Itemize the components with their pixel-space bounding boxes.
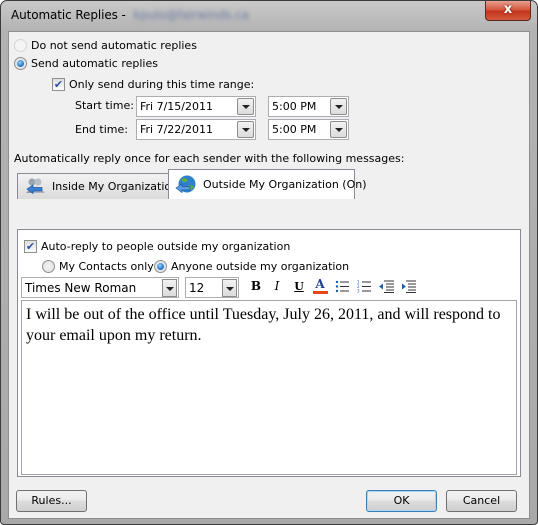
time-range-label: Only send during this time range: <box>69 78 255 91</box>
message-editor[interactable]: I will be out of the office until Tuesda… <box>21 300 517 475</box>
time-range-option[interactable]: ✔ Only send during this time range: <box>52 78 254 91</box>
tab-outside-my-organization[interactable]: Outside My Organization (On) <box>168 169 367 199</box>
cancel-button[interactable]: Cancel <box>446 490 517 512</box>
do-not-send-option[interactable]: Do not send automatic replies <box>14 39 197 52</box>
outside-organization-panel: ✔ Auto-reply to people outside my organi… <box>17 229 521 477</box>
account-email-redacted: kpulo@fairwinds.ca <box>133 8 249 22</box>
font-color-icon: A <box>315 277 325 291</box>
decrease-indent-button[interactable] <box>376 276 396 296</box>
chevron-down-icon[interactable] <box>330 98 347 115</box>
people-arrow-icon <box>24 177 46 197</box>
font-size-combo[interactable]: 12 <box>185 277 239 298</box>
send-auto-replies-label: Send automatic replies <box>31 57 158 70</box>
bold-button[interactable]: B <box>246 276 266 296</box>
anyone-outside-label: Anyone outside my organization <box>171 260 350 273</box>
tab-inside-label: Inside My Organization <box>52 180 179 193</box>
numbering-icon: 1 2 3 <box>357 280 371 293</box>
auto-reply-outside-option[interactable]: ✔ Auto-reply to people outside my organi… <box>24 240 290 253</box>
font-color-swatch <box>312 291 328 294</box>
bullets-button[interactable] <box>332 276 352 296</box>
tab-inside-my-organization[interactable]: Inside My Organization <box>17 173 178 199</box>
chevron-down-icon[interactable] <box>237 121 254 138</box>
italic-icon: I <box>274 279 280 293</box>
bold-icon: B <box>250 279 262 293</box>
globe-arrow-icon <box>175 175 197 195</box>
my-contacts-only-label: My Contacts only <box>59 260 154 273</box>
start-date-value: Fri 7/15/2011 <box>140 100 214 113</box>
bullets-icon <box>335 280 349 292</box>
start-date-combo[interactable]: Fri 7/15/2011 <box>136 96 256 117</box>
anyone-outside-radio[interactable] <box>154 260 167 273</box>
numbering-button[interactable]: 1 2 3 <box>354 276 374 296</box>
end-time-combo[interactable]: 5:00 PM <box>268 119 349 140</box>
window-title-text: Automatic Replies - <box>11 8 126 22</box>
font-name-combo[interactable]: Times New Roman <box>21 277 179 298</box>
chevron-down-icon[interactable] <box>237 98 254 115</box>
close-icon: x <box>503 2 513 17</box>
do-not-send-label: Do not send automatic replies <box>31 39 197 52</box>
italic-button[interactable]: I <box>267 276 287 296</box>
my-contacts-only-option[interactable]: My Contacts only <box>42 260 154 273</box>
underline-icon: U <box>294 279 304 293</box>
ok-button[interactable]: OK <box>366 490 437 512</box>
my-contacts-only-radio[interactable] <box>42 260 55 273</box>
do-not-send-radio[interactable] <box>14 39 27 52</box>
anyone-outside-option[interactable]: Anyone outside my organization <box>154 260 349 273</box>
font-color-button[interactable]: A <box>310 276 330 296</box>
end-date-combo[interactable]: Fri 7/22/2011 <box>136 119 256 140</box>
chevron-down-icon[interactable] <box>330 121 347 138</box>
start-time-label: Start time: <box>75 99 134 112</box>
end-time-value: 5:00 PM <box>272 123 317 136</box>
title-bar[interactable]: Automatic Replies - kpulo@fairwinds.ca x <box>1 1 537 31</box>
svg-text:3: 3 <box>357 288 360 293</box>
window-title: Automatic Replies - kpulo@fairwinds.ca <box>11 8 249 22</box>
rules-button[interactable]: Rules... <box>16 490 87 512</box>
increase-indent-icon <box>401 280 416 293</box>
decrease-indent-icon <box>378 280 394 293</box>
auto-reply-outside-checkbox[interactable]: ✔ <box>24 240 37 253</box>
section-label: Automatically reply once for each sender… <box>14 152 405 165</box>
dialog-client-area: Do not send automatic replies Send autom… <box>8 31 530 519</box>
chevron-down-icon[interactable] <box>162 278 177 297</box>
end-time-label: End time: <box>75 123 128 136</box>
chevron-down-icon[interactable] <box>222 278 237 297</box>
increase-indent-button[interactable] <box>398 276 418 296</box>
time-range-checkbox[interactable]: ✔ <box>52 78 65 91</box>
font-size-value: 12 <box>189 280 205 295</box>
font-name-value: Times New Roman <box>25 280 137 295</box>
auto-reply-outside-label: Auto-reply to people outside my organiza… <box>41 240 291 253</box>
send-auto-replies-radio[interactable] <box>14 57 27 70</box>
underline-button[interactable]: U <box>289 276 309 296</box>
start-time-value: 5:00 PM <box>272 100 317 113</box>
close-button[interactable]: x <box>485 1 531 21</box>
automatic-replies-dialog: Automatic Replies - kpulo@fairwinds.ca x… <box>0 0 538 525</box>
end-date-value: Fri 7/22/2011 <box>140 123 214 136</box>
send-auto-replies-option[interactable]: Send automatic replies <box>14 57 158 70</box>
start-time-combo[interactable]: 5:00 PM <box>268 96 349 117</box>
tab-outside-label: Outside My Organization (On) <box>203 178 367 191</box>
